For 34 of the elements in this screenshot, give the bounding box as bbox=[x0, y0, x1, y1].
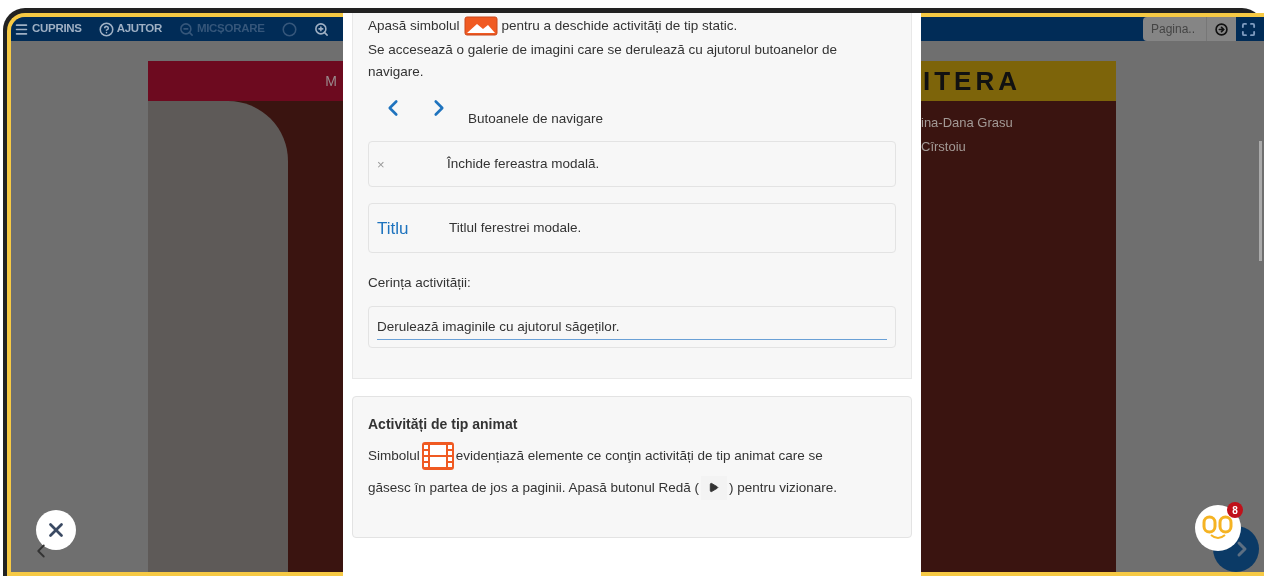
arrow-right-icon bbox=[1215, 22, 1228, 36]
animated-text: Simbolul bbox=[368, 446, 420, 465]
title-band-text: ITERA bbox=[923, 64, 1021, 98]
help-icon bbox=[98, 21, 114, 37]
animated-text: evidențiază elemente ce conţin activități de tip animat care se bbox=[455, 446, 823, 465]
section-heading: Activități de tip animat bbox=[368, 414, 519, 434]
animated-text: ) pentru vizionare. bbox=[729, 478, 838, 497]
toolbar-button[interactable]: CUPRINS bbox=[14, 20, 82, 38]
intro-text: Apasă simbolul bbox=[368, 18, 460, 33]
fullscreen-icon[interactable] bbox=[1241, 21, 1256, 37]
page-field[interactable]: Pagina.. bbox=[1143, 17, 1209, 41]
author-name: ina-Dana Grasu bbox=[921, 114, 1014, 132]
title-band-text: M bbox=[325, 71, 337, 91]
smiley-mascot-icon bbox=[1201, 515, 1235, 541]
circle-icon bbox=[281, 21, 297, 37]
requirement-field[interactable]: Derulează imaginile cu ajutorul săgeților. bbox=[368, 305, 896, 348]
play-icon bbox=[708, 482, 720, 494]
intro-text: pentru a deschide activități de tip static. bbox=[501, 18, 738, 33]
close-symbol: × bbox=[376, 155, 386, 174]
toolbar-button[interactable]: AJUTOR bbox=[98, 20, 162, 38]
legend-text: Butoanele de navigare bbox=[468, 110, 604, 129]
toolbar-button[interactable] bbox=[313, 21, 329, 37]
legend-text: Titlul ferestrei modale. bbox=[449, 219, 582, 238]
legend-text: Închide fereastra modală. bbox=[447, 155, 600, 174]
film-strip-icon bbox=[420, 440, 455, 471]
title-sample: Titlu bbox=[376, 217, 410, 240]
image-symbol-icon bbox=[463, 16, 498, 37]
zoom-in-icon bbox=[313, 21, 329, 37]
zoom-out-icon bbox=[178, 21, 194, 37]
animated-text: găsesc în partea de jos a paginii. Apasă butonul Redă ( bbox=[368, 478, 699, 497]
menu-icon bbox=[14, 21, 29, 37]
author-name: Cîrstoiu bbox=[921, 137, 967, 156]
gallery-description: Se accesează o galerie de imagini care se derulează cu ajutorul butoanelor de navigare. bbox=[368, 41, 839, 82]
requirement-label: Cerința activității: bbox=[368, 274, 472, 293]
